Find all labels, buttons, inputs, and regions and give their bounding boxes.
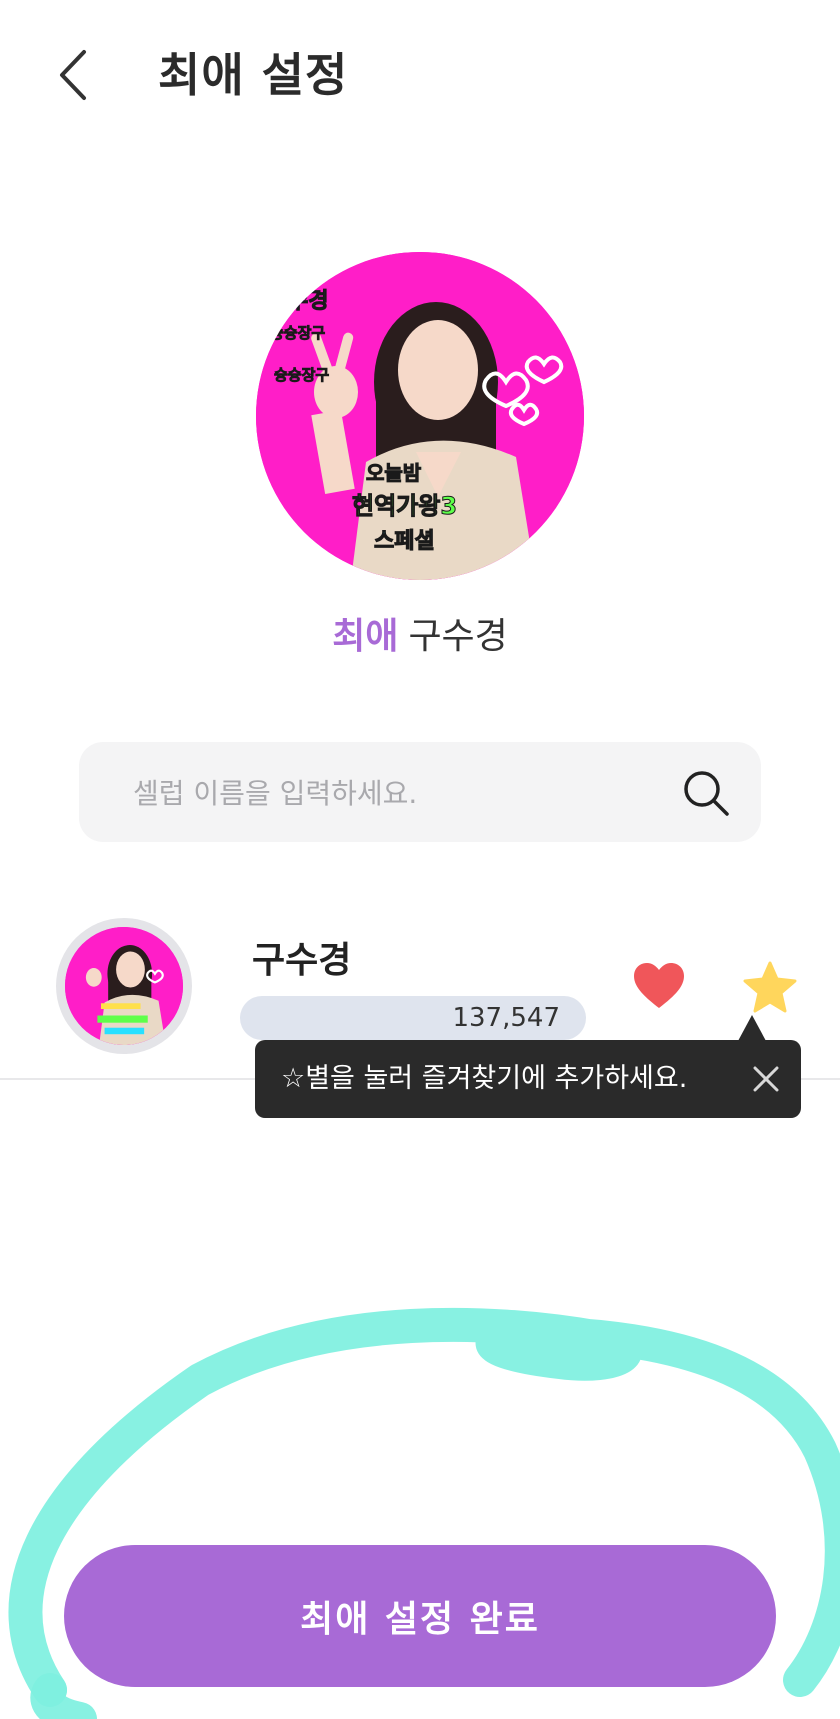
page-title: 최애 설정 [158,48,349,102]
tooltip-text: ☆별을 눌러 즐겨찾기에 추가하세요. [281,1063,688,1094]
search-input[interactable] [131,742,655,844]
photo-text: 슝슝장구 [270,324,325,342]
back-button[interactable] [52,44,98,106]
search-icon[interactable] [681,768,731,818]
tooltip-arrow [738,1015,766,1041]
confirm-button[interactable]: 최애 설정 완료 [64,1545,776,1687]
photo-text: 수경 [288,289,328,314]
photo-text: 스페셜 [374,529,435,554]
star-button[interactable] [742,960,798,1014]
heart-button[interactable] [632,962,686,1010]
choi-tag: 최애 [332,616,399,657]
item-avatar [56,918,192,1054]
choi-label: 최애 구수경 [0,612,840,662]
profile-avatar: 수경 슝슝장구 슝슝장구 오늘밤 현역가왕3 스페셜 [256,252,584,580]
profile-photo: 수경 슝슝장구 슝슝장구 오늘밤 현역가왕3 스페셜 [256,252,584,580]
vote-count: 137,547 [452,1003,560,1033]
tooltip: ☆별을 눌러 즐겨찾기에 추가하세요. [255,1040,801,1118]
photo-text: 현역가왕3 [352,492,457,520]
photo-text: 오늘밤 [366,461,422,485]
close-icon[interactable] [749,1062,783,1096]
vote-bar: 137,547 [240,996,586,1040]
chevron-left-icon [60,50,86,100]
item-avatar-photo [65,927,183,1045]
star-icon [743,961,797,1013]
choi-name: 구수경 [408,616,508,657]
photo-text: 슝슝장구 [274,366,329,384]
item-name: 구수경 [252,940,352,981]
search-box[interactable] [79,742,761,844]
heart-icon [634,963,684,1008]
